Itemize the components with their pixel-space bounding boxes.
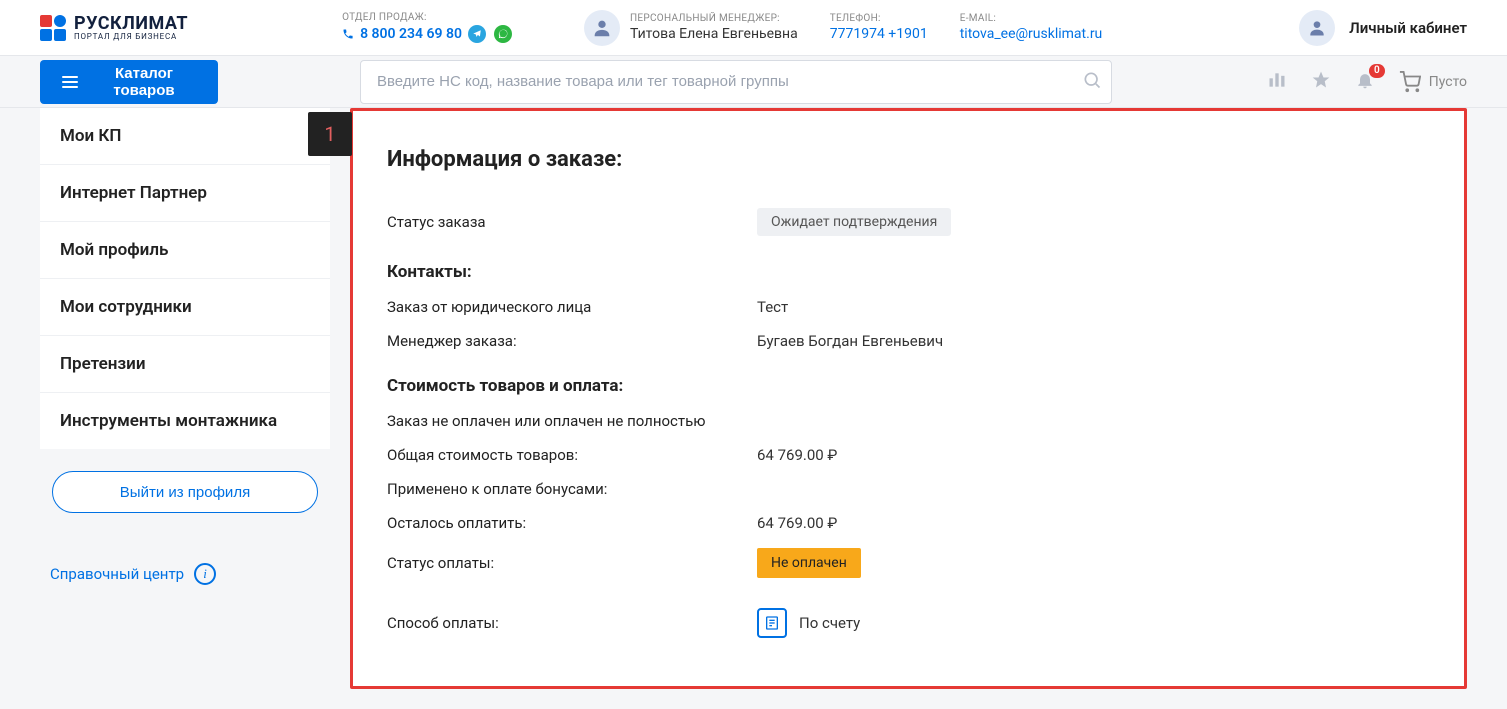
cost-header: Стоимость товаров и оплата: bbox=[387, 358, 1430, 404]
topbar: РУСКЛИМАТ ПОРТАЛ ДЛЯ БИЗНЕСА ОТДЕЛ ПРОДА… bbox=[0, 0, 1507, 56]
bonus-applied-label: Применено к оплате бонусами: bbox=[387, 480, 757, 498]
order-info-card: Информация о заказе: Статус заказа Ожида… bbox=[350, 108, 1467, 689]
phone-icon bbox=[342, 28, 354, 40]
help-center-link[interactable]: Справочный центр i bbox=[50, 563, 216, 585]
order-manager-value: Бугаев Богдан Евгеньевич bbox=[757, 332, 943, 350]
payment-status-badge: Не оплачен bbox=[757, 548, 861, 578]
total-cost-value: 64 769.00 ₽ bbox=[757, 446, 837, 464]
help-center-label: Справочный центр bbox=[50, 565, 184, 583]
payment-status-label: Статус оплаты: bbox=[387, 554, 757, 572]
sidebar-item-label: Мой профиль bbox=[60, 240, 168, 260]
sidebar-item-profile[interactable]: Мой профиль bbox=[40, 222, 330, 279]
remaining-label: Осталось оплатить: bbox=[387, 514, 757, 532]
logo[interactable]: РУСКЛИМАТ ПОРТАЛ ДЛЯ БИЗНЕСА bbox=[40, 15, 188, 41]
sidebar-item-label: Мои сотрудники bbox=[60, 297, 192, 317]
search-icon[interactable] bbox=[1082, 70, 1102, 94]
catalog-button-label: Каталог товаров bbox=[92, 65, 196, 99]
cart-label: Пусто bbox=[1429, 74, 1467, 90]
sidebar-item-claims[interactable]: Претензии bbox=[40, 336, 330, 393]
logo-icon bbox=[40, 15, 66, 41]
sales-dept-label: ОТДЕЛ ПРОДАЖ: bbox=[342, 12, 512, 23]
paid-note: Заказ не оплачен или оплачен не полность… bbox=[387, 412, 706, 430]
cart-icon bbox=[1399, 71, 1421, 93]
secondbar: Каталог товаров 0 Пусто bbox=[0, 56, 1507, 108]
manager-name: Титова Елена Евгеньевна bbox=[630, 26, 798, 42]
info-icon: i bbox=[194, 563, 216, 585]
page-title: Информация о заказе: bbox=[387, 147, 1430, 172]
logout-button[interactable]: Выйти из профиля bbox=[52, 471, 318, 513]
legal-entity-label: Заказ от юридического лица bbox=[387, 298, 757, 316]
sidebar-item-employees[interactable]: Мои сотрудники bbox=[40, 279, 330, 336]
email-label: E-MAIL: bbox=[960, 13, 1103, 24]
phone-block: ТЕЛЕФОН: 7771974 +1901 bbox=[830, 13, 928, 42]
sidebar-item-tools[interactable]: Инструменты монтажника bbox=[40, 393, 330, 449]
search-wrapper bbox=[360, 60, 1112, 104]
whatsapp-icon[interactable] bbox=[494, 25, 512, 43]
sidebar-item-label: Мои КП bbox=[60, 126, 121, 146]
email-link[interactable]: titova_ee@rusklimat.ru bbox=[960, 26, 1103, 42]
contacts-header: Контакты: bbox=[387, 244, 1430, 290]
phone-link[interactable]: 7771974 +1901 bbox=[830, 26, 928, 42]
step-marker: 1 bbox=[308, 112, 352, 156]
status-badge: Ожидает подтверждения bbox=[757, 208, 951, 236]
logo-subtitle: ПОРТАЛ ДЛЯ БИЗНЕСА bbox=[74, 33, 188, 41]
logo-title: РУСКЛИМАТ bbox=[74, 15, 188, 33]
payment-method-label: Способ оплаты: bbox=[387, 614, 757, 632]
total-cost-label: Общая стоимость товаров: bbox=[387, 446, 757, 464]
manager-avatar-icon bbox=[584, 10, 620, 46]
invoice-icon bbox=[757, 608, 787, 638]
phone-label: ТЕЛЕФОН: bbox=[830, 13, 928, 24]
user-avatar-icon bbox=[1299, 10, 1335, 46]
sidebar-item-partner[interactable]: Интернет Партнер bbox=[40, 165, 330, 222]
manager-block: ПЕРСОНАЛЬНЫЙ МЕНЕДЖЕР: Титова Елена Евге… bbox=[584, 10, 798, 46]
manager-label: ПЕРСОНАЛЬНЫЙ МЕНЕДЖЕР: bbox=[630, 13, 798, 24]
favorites-icon[interactable] bbox=[1311, 70, 1331, 94]
notification-badge: 0 bbox=[1369, 64, 1385, 78]
status-label: Статус заказа bbox=[387, 213, 757, 231]
sidebar-item-kp[interactable]: Мои КП bbox=[40, 108, 330, 165]
email-block: E-MAIL: titova_ee@rusklimat.ru bbox=[960, 13, 1103, 42]
telegram-icon[interactable] bbox=[468, 25, 486, 43]
sidebar-item-label: Претензии bbox=[60, 354, 146, 374]
menu-icon bbox=[62, 76, 78, 88]
stats-icon[interactable] bbox=[1267, 70, 1287, 94]
remaining-value: 64 769.00 ₽ bbox=[757, 514, 837, 532]
sales-dept-block: ОТДЕЛ ПРОДАЖ: 8 800 234 69 80 bbox=[342, 12, 512, 43]
sales-phone-number: 8 800 234 69 80 bbox=[360, 26, 462, 42]
sidebar-item-label: Интернет Партнер bbox=[60, 183, 207, 203]
legal-entity-value: Тест bbox=[757, 298, 788, 316]
order-manager-label: Менеджер заказа: bbox=[387, 332, 757, 350]
payment-method-value: По счету bbox=[799, 614, 860, 632]
account-link[interactable]: Личный кабинет bbox=[1349, 19, 1467, 37]
cart-block[interactable]: Пусто bbox=[1399, 71, 1467, 93]
sidebar: 1 Мои КП Интернет Партнер Мой профиль Мо… bbox=[40, 108, 330, 585]
search-input[interactable] bbox=[360, 60, 1112, 104]
sales-phone-link[interactable]: 8 800 234 69 80 bbox=[342, 25, 512, 43]
catalog-button[interactable]: Каталог товаров bbox=[40, 60, 218, 104]
sidebar-item-label: Инструменты монтажника bbox=[60, 411, 277, 431]
notifications-icon[interactable]: 0 bbox=[1355, 70, 1375, 94]
